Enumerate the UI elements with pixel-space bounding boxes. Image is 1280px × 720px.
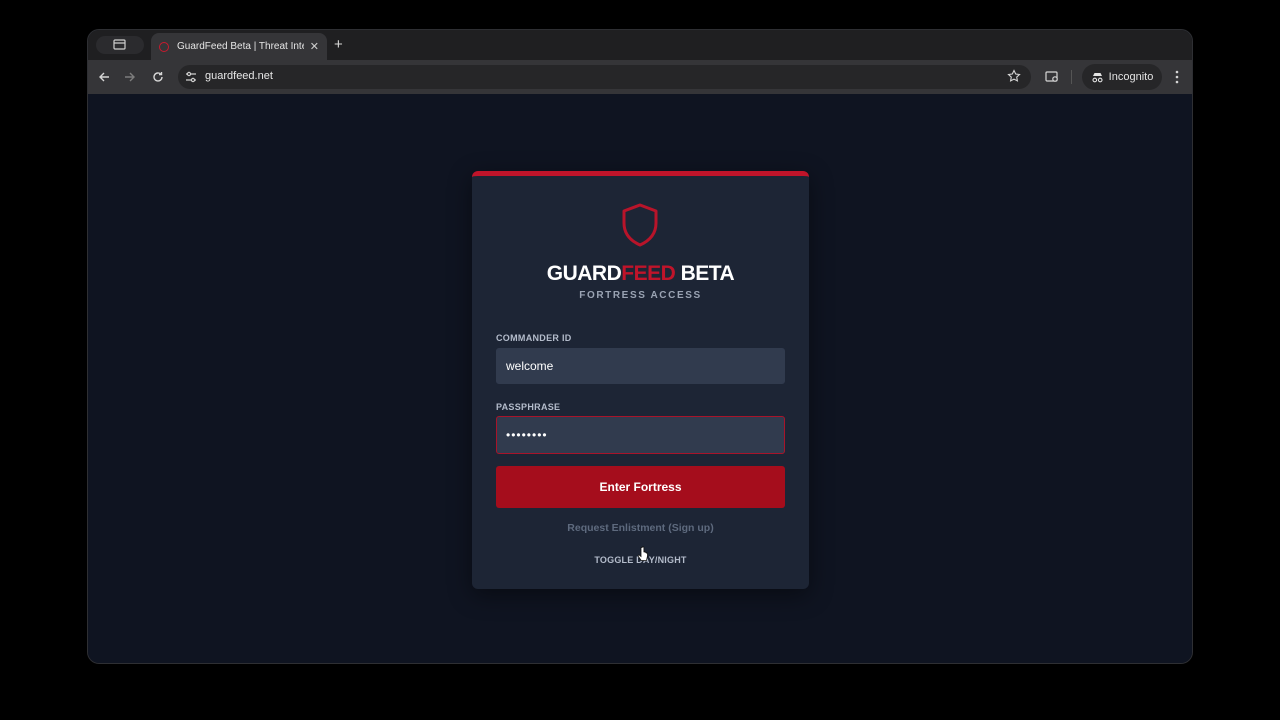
incognito-label: Incognito — [1108, 71, 1154, 83]
mouse-cursor-icon — [637, 546, 648, 561]
tab-close-icon[interactable]: ✕ — [310, 40, 319, 53]
back-arrow-icon — [99, 72, 109, 82]
back-button[interactable] — [96, 69, 112, 85]
brand-title: GUARDFEED BETA — [472, 262, 809, 286]
brand-accent: FEED — [621, 262, 676, 285]
toolbar-separator — [1071, 70, 1072, 84]
login-card: GUARDFEED BETA FORTRESS ACCESS COMMANDER… — [472, 171, 809, 589]
favicon-icon — [159, 41, 169, 52]
page-content: GUARDFEED BETA FORTRESS ACCESS COMMANDER… — [88, 94, 1192, 663]
brand-prefix: GUARD — [546, 262, 622, 285]
address-bar[interactable]: guardfeed.net — [178, 65, 1031, 89]
forward-button[interactable] — [122, 69, 138, 85]
url-text[interactable]: guardfeed.net — [205, 70, 273, 82]
enter-fortress-button[interactable]: Enter Fortress — [496, 466, 785, 508]
forward-arrow-icon — [125, 72, 135, 82]
tab-search-icon — [113, 39, 126, 50]
passphrase-label: PASSPHRASE — [496, 402, 561, 412]
incognito-icon — [1092, 72, 1103, 82]
passphrase-input[interactable] — [496, 416, 785, 454]
brand-subtitle: FORTRESS ACCESS — [579, 290, 702, 301]
reload-icon — [153, 72, 163, 82]
signup-link[interactable]: Request Enlistment (Sign up) — [472, 522, 809, 534]
active-tab[interactable]: GuardFeed Beta | Threat Intel ✕ — [151, 33, 327, 60]
reading-list-icon[interactable] — [1044, 69, 1060, 85]
shield-icon — [622, 203, 658, 247]
reload-button[interactable] — [150, 69, 166, 85]
brand-suffix: BETA — [675, 262, 735, 285]
browser-window: GuardFeed Beta | Threat Intel ✕ + guardf… — [87, 29, 1193, 664]
commander-id-input[interactable] — [496, 348, 785, 384]
browser-toolbar: guardfeed.net Incognito — [88, 60, 1192, 94]
tab-title: GuardFeed Beta | Threat Intel — [177, 41, 304, 52]
incognito-badge[interactable]: Incognito — [1082, 64, 1162, 90]
tab-search-button[interactable] — [96, 36, 144, 54]
more-menu-icon[interactable] — [1171, 69, 1183, 85]
tab-strip: GuardFeed Beta | Threat Intel ✕ + — [88, 30, 1192, 60]
site-settings-icon[interactable] — [184, 70, 198, 84]
new-tab-button[interactable]: + — [334, 36, 343, 54]
commander-id-label: COMMANDER ID — [496, 333, 572, 343]
bookmark-star-icon[interactable] — [1007, 69, 1021, 83]
